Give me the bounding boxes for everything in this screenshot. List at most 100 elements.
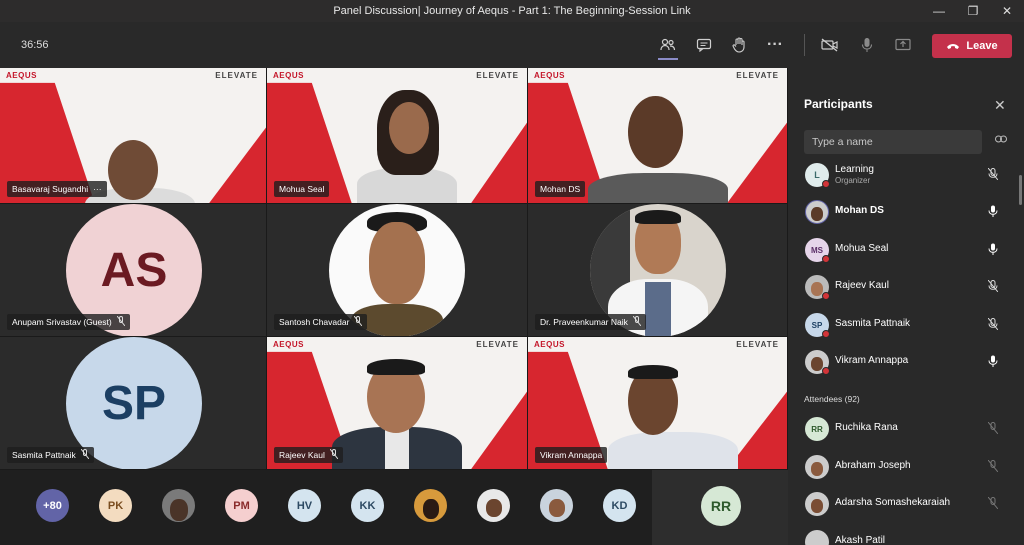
elevate-logo: ELEVATE xyxy=(215,71,258,80)
participant-name-badge: Vikram Annappa xyxy=(535,447,608,463)
raise-hand-icon[interactable] xyxy=(729,36,749,54)
strip-avatar: RR xyxy=(701,486,741,526)
elevate-logo: ELEVATE xyxy=(736,340,779,349)
mic-muted-icon[interactable] xyxy=(987,317,999,333)
participant-row[interactable]: L Learning Organizer xyxy=(788,160,1024,190)
minimize-button[interactable]: — xyxy=(922,0,956,22)
strip-avatar[interactable] xyxy=(540,489,573,522)
more-options-icon[interactable]: ··· xyxy=(765,36,785,54)
leave-label: Leave xyxy=(966,40,998,52)
close-window-button[interactable]: ✕ xyxy=(990,0,1024,22)
status-dot xyxy=(822,367,830,375)
participant-row[interactable]: SP Sasmita Pattnaik xyxy=(788,310,1024,340)
participant-name-badge: Rajeev Kaul xyxy=(274,447,343,463)
mic-off-icon xyxy=(987,496,999,512)
participant-name-badge: Basavaraj Sugandhi ··· xyxy=(7,181,107,197)
attendee-row[interactable]: Abraham Joseph xyxy=(788,452,1024,482)
attendee-row[interactable]: RR Ruchika Rana xyxy=(788,414,1024,444)
camera-off-icon[interactable] xyxy=(820,36,840,54)
chat-icon[interactable] xyxy=(694,36,714,54)
mic-on-icon[interactable] xyxy=(988,243,998,258)
mic-muted-icon[interactable] xyxy=(987,167,999,183)
participant-avatar xyxy=(805,530,829,545)
mic-muted-icon xyxy=(354,315,363,328)
attendee-row[interactable]: Akash Patil xyxy=(788,527,1024,545)
aequs-logo: AEQUS xyxy=(6,71,37,80)
share-invite-icon[interactable] xyxy=(995,134,1007,147)
participant-name-badge: Santosh Chavadar xyxy=(274,314,368,330)
close-icon[interactable]: ✕ xyxy=(994,97,1006,114)
participant-name-badge: Sasmita Pattnaik xyxy=(7,447,94,463)
active-strip-tile[interactable]: RR xyxy=(652,470,788,545)
participants-icon[interactable] xyxy=(658,36,678,60)
video-tile[interactable]: AEQUS ELEVATE Mohan DS xyxy=(528,68,788,204)
status-dot xyxy=(822,330,830,338)
video-tile[interactable]: Dr. Praveenkumar Naik xyxy=(528,204,788,337)
participant-strip: +80 PK PM HV KK KD RR xyxy=(0,470,788,545)
mic-on-icon[interactable] xyxy=(988,355,998,370)
participant-name-badge: Mohan DS xyxy=(535,181,586,197)
participant-avatar xyxy=(805,200,829,224)
strip-avatar[interactable] xyxy=(414,489,447,522)
attendee-row[interactable]: Adarsha Somashekaraiah xyxy=(788,489,1024,519)
elevate-logo: ELEVATE xyxy=(476,340,519,349)
participant-row[interactable]: Mohan DS xyxy=(788,197,1024,227)
participant-name-badge: Mohua Seal xyxy=(274,181,330,197)
aequs-logo: AEQUS xyxy=(273,340,304,349)
participant-avatar xyxy=(805,455,829,479)
mic-muted-icon xyxy=(632,315,642,328)
microphone-icon[interactable] xyxy=(857,36,877,54)
participant-name-badge: Anupam Srivastav (Guest) xyxy=(7,314,130,330)
strip-avatar[interactable]: HV xyxy=(288,489,321,522)
phone-hangup-icon xyxy=(947,44,960,49)
meeting-timer: 36:56 xyxy=(21,39,49,51)
window-controls: — ❐ ✕ xyxy=(922,0,1024,22)
mic-off-icon xyxy=(987,459,999,475)
restore-button[interactable]: ❐ xyxy=(956,0,990,22)
video-tile[interactable]: AS Anupam Srivastav (Guest) xyxy=(0,204,267,337)
more-participants-button[interactable]: +80 xyxy=(36,489,69,522)
status-dot xyxy=(822,180,830,188)
video-tile[interactable]: SP Sasmita Pattnaik xyxy=(0,337,267,470)
leave-button[interactable]: Leave xyxy=(932,34,1012,58)
mic-muted-icon[interactable] xyxy=(987,279,999,295)
aequs-logo: AEQUS xyxy=(534,71,565,80)
status-dot xyxy=(822,292,830,300)
aequs-logo: AEQUS xyxy=(534,340,565,349)
video-tile[interactable]: AEQUS ELEVATE Basavaraj Sugandhi ··· xyxy=(0,68,267,204)
participant-avatar xyxy=(805,492,829,516)
video-tile[interactable]: Santosh Chavadar xyxy=(267,204,528,337)
strip-avatar[interactable]: KK xyxy=(351,489,384,522)
mic-muted-icon xyxy=(80,448,90,461)
video-tile[interactable]: AEQUS ELEVATE Mohua Seal xyxy=(267,68,528,204)
participant-name-badge: Dr. Praveenkumar Naik xyxy=(535,314,646,330)
participant-row[interactable]: Vikram Annappa xyxy=(788,347,1024,377)
search-input[interactable] xyxy=(804,130,982,154)
strip-avatar[interactable] xyxy=(477,489,510,522)
strip-avatar[interactable]: KD xyxy=(603,489,636,522)
elevate-logo: ELEVATE xyxy=(476,71,519,80)
mic-muted-icon xyxy=(116,315,126,328)
status-dot xyxy=(822,255,830,263)
strip-avatar[interactable]: PM xyxy=(225,489,258,522)
mic-muted-icon xyxy=(329,448,339,461)
participant-avatar: RR xyxy=(805,417,829,441)
attendees-header[interactable]: Attendees (92) xyxy=(804,394,860,404)
mic-off-icon xyxy=(987,421,999,437)
strip-avatar[interactable]: PK xyxy=(99,489,132,522)
elevate-logo: ELEVATE xyxy=(736,71,779,80)
video-tile[interactable]: AEQUS ELEVATE Vikram Annappa xyxy=(528,337,788,470)
mic-on-icon[interactable] xyxy=(988,205,998,220)
panel-title: Participants xyxy=(804,97,873,111)
participants-panel: Participants ✕ L Learning Organizer Moha… xyxy=(788,68,1024,545)
strip-avatar[interactable] xyxy=(162,489,195,522)
window-titlebar: Panel Discussion| Journey of Aequs - Par… xyxy=(0,0,1024,22)
more-icon[interactable]: ··· xyxy=(93,184,102,194)
participant-row[interactable]: Rajeev Kaul xyxy=(788,272,1024,302)
video-grid: AEQUS ELEVATE Basavaraj Sugandhi ··· AEQ… xyxy=(0,68,788,470)
participant-row[interactable]: MS Mohua Seal xyxy=(788,235,1024,265)
aequs-logo: AEQUS xyxy=(273,71,304,80)
video-tile[interactable]: AEQUS ELEVATE Rajeev Kaul xyxy=(267,337,528,470)
meeting-toolbar: 36:56 ··· Leave xyxy=(0,22,1024,68)
share-screen-icon[interactable] xyxy=(893,36,913,54)
